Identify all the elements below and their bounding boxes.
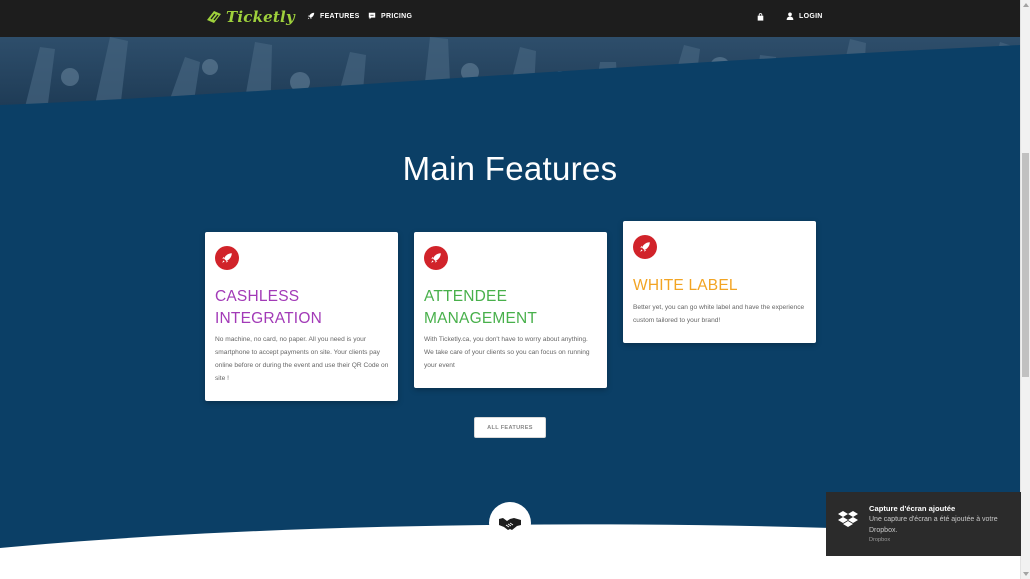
crowd-background [0, 37, 1020, 127]
rocket-icon [633, 235, 657, 259]
handshake-icon [499, 518, 521, 530]
feature-card-white-label: WHITE LABEL Better yet, you can go white… [623, 221, 816, 343]
brand-logo[interactable]: Ticketly [205, 8, 295, 26]
dropbox-notification[interactable]: Capture d'écran ajoutée Une capture d'éc… [826, 492, 1021, 556]
feature-description: Better yet, you can go white label and h… [633, 304, 805, 324]
nav-pricing-link[interactable]: PRICING [368, 12, 412, 20]
chat-bubble-icon [368, 12, 376, 20]
shopping-bag-icon [757, 13, 764, 21]
top-navbar: Ticketly FEATURES PRICING LOGIN [0, 0, 1020, 37]
handshake-badge [489, 502, 531, 544]
rocket-icon [307, 12, 315, 20]
all-features-button[interactable]: ALL FEATURES [474, 417, 546, 438]
feature-title-line-2: INTEGRATION [215, 309, 322, 327]
nav-login-link[interactable]: LOGIN [786, 12, 823, 20]
feature-title: ATTENDEE MANAGEMENT [424, 286, 599, 329]
rocket-icon [215, 246, 239, 270]
brand-name: Ticketly [226, 8, 295, 26]
nav-pricing-label: PRICING [381, 12, 413, 20]
feature-title: CASHLESS INTEGRATION [215, 286, 390, 329]
ticket-logo-icon [207, 11, 221, 23]
dropbox-icon [838, 511, 858, 527]
nav-features-label: FEATURES [320, 12, 360, 20]
feature-title-line-1: ATTENDEE [424, 288, 508, 305]
feature-title: WHITE LABEL [633, 277, 738, 294]
feature-title-line-2: MANAGEMENT [424, 309, 538, 327]
notification-source: Dropbox [869, 537, 891, 543]
feature-card-cashless: CASHLESS INTEGRATION No machine, no card… [205, 232, 398, 401]
cart-button[interactable] [757, 13, 769, 21]
scroll-up-arrow-icon[interactable] [1023, 3, 1029, 7]
user-icon [786, 12, 794, 20]
page-scrollbar[interactable] [1020, 0, 1030, 579]
feature-description: No machine, no card, no paper. All you n… [215, 336, 389, 382]
feature-card-attendee: ATTENDEE MANAGEMENT With Ticketly.ca, yo… [414, 232, 607, 388]
feature-title-line-1: CASHLESS [215, 288, 300, 305]
hero-crowd-image [0, 37, 1020, 127]
scrollbar-thumb[interactable] [1022, 153, 1029, 377]
feature-description: With Ticketly.ca, you don't have to worr… [424, 336, 590, 369]
nav-login-label: LOGIN [799, 12, 823, 20]
section-title: Main Features [402, 150, 618, 187]
nav-features-link[interactable]: FEATURES [307, 12, 360, 20]
notification-body: Une capture d'écran a été ajoutée à votr… [869, 516, 998, 534]
notification-title: Capture d'écran ajoutée [869, 504, 956, 513]
rocket-icon [424, 246, 448, 270]
scroll-down-arrow-icon[interactable] [1023, 572, 1029, 576]
